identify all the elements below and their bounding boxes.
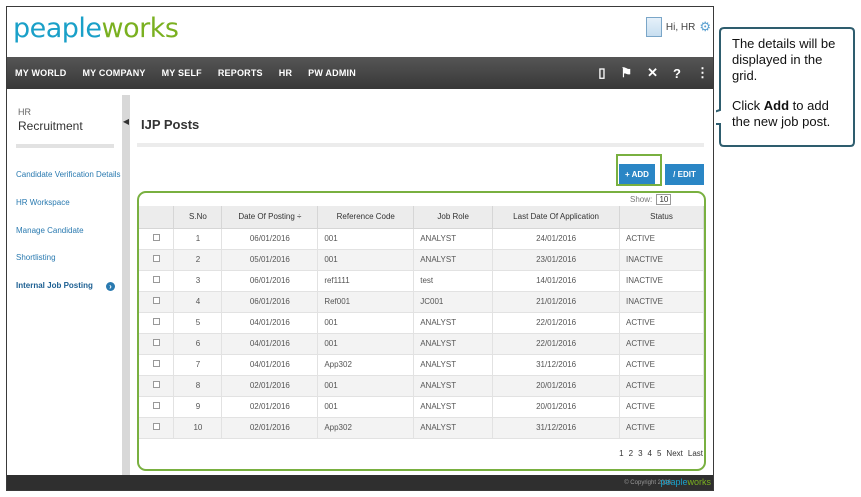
- nav-pw-admin[interactable]: PW ADMIN: [300, 57, 364, 89]
- nav-my-self[interactable]: MY SELF: [154, 57, 210, 89]
- collapse-arrow-icon[interactable]: ◀: [122, 112, 130, 132]
- tools-icon[interactable]: ✕: [647, 65, 658, 81]
- menu-dots-icon[interactable]: ⋮: [696, 65, 709, 81]
- callout-line-1: The details will be displayed in the gri…: [732, 36, 836, 83]
- sidebar-divider: [16, 144, 114, 148]
- help-icon[interactable]: ?: [673, 66, 681, 81]
- grid-highlight: [137, 191, 706, 471]
- nav-my-world[interactable]: MY WORLD: [7, 57, 74, 89]
- chevron-right-icon[interactable]: ›: [106, 282, 115, 291]
- sidebar-item-hr-workspace[interactable]: HR Workspace: [16, 198, 70, 207]
- sidebar-item-shortlisting[interactable]: Shortlisting: [16, 253, 56, 262]
- gear-icon[interactable]: ⚙: [699, 19, 711, 35]
- sidebar: HR Recruitment Candidate Verification De…: [7, 95, 122, 475]
- header: peapleworks Hi, HR ⚙: [7, 7, 713, 57]
- avatar[interactable]: [645, 17, 662, 37]
- title-divider: [137, 143, 704, 147]
- nav-hr[interactable]: HR: [271, 57, 300, 89]
- user-greeting: Hi, HR: [665, 21, 696, 33]
- footer-logo: peapleworks: [660, 477, 711, 487]
- user-menu[interactable]: Hi, HR ⚙: [645, 17, 711, 37]
- sidebar-item-manage-candidate[interactable]: Manage Candidate: [16, 226, 84, 235]
- sidebar-title: Recruitment: [18, 119, 83, 133]
- book-icon[interactable]: ▯: [598, 65, 605, 81]
- sidebar-item-internal-job-posting[interactable]: Internal Job Posting: [16, 281, 93, 290]
- sidebar-splitter[interactable]: [122, 95, 130, 475]
- add-button-highlight: [616, 154, 662, 186]
- app-logo[interactable]: peapleworks: [13, 13, 179, 44]
- callout-text: The details will be displayed in the gri…: [732, 36, 848, 130]
- sidebar-section: HR: [18, 107, 31, 117]
- nav-my-company[interactable]: MY COMPANY: [74, 57, 153, 89]
- sidebar-item-candidate-verification[interactable]: Candidate Verification Details: [16, 170, 121, 179]
- nav-icons: ▯ ⚑ ✕ ? ⋮: [598, 57, 709, 89]
- nav-reports[interactable]: REPORTS: [210, 57, 271, 89]
- flag-icon[interactable]: ⚑: [620, 65, 632, 81]
- main-nav: MY WORLD MY COMPANY MY SELF REPORTS HR P…: [7, 57, 713, 89]
- callout-line-2: Click Add to add the new job post.: [732, 98, 831, 129]
- page-title: IJP Posts: [141, 117, 200, 132]
- edit-button[interactable]: / EDIT: [665, 164, 704, 185]
- footer: © Copyright 2016 peapleworks: [7, 475, 713, 490]
